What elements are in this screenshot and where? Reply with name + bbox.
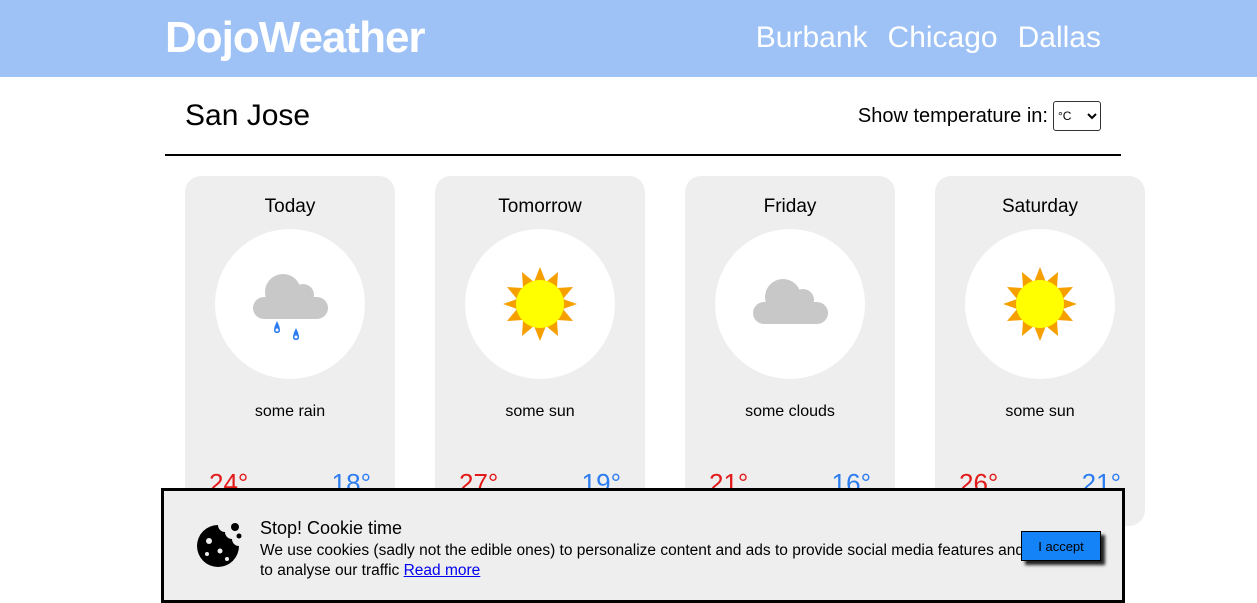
read-more-link[interactable]: Read more xyxy=(404,562,481,579)
nav-link-burbank[interactable]: Burbank xyxy=(756,18,868,58)
forecast-card: Today some rain 24° 18° xyxy=(185,176,395,526)
forecast-day: Tomorrow xyxy=(498,196,582,217)
top-bar: DojoWeather Burbank Chicago Dallas xyxy=(0,0,1257,77)
cookie-icon xyxy=(197,523,242,567)
city-title: San Jose xyxy=(185,99,311,132)
city-nav: Burbank Chicago Dallas xyxy=(756,18,1101,58)
weather-icon-container xyxy=(215,229,365,379)
unit-selector: Show temperature in: °C xyxy=(858,101,1101,131)
unit-select[interactable]: °C xyxy=(1053,101,1101,131)
cloud-icon xyxy=(753,279,828,324)
forecast-day: Saturday xyxy=(1001,196,1079,217)
forecast-description: some clouds xyxy=(745,403,835,420)
sun-icon xyxy=(503,267,577,341)
forecast-card: Saturday some sun 26° 21° xyxy=(935,176,1145,526)
forecast-description: some sun xyxy=(1005,403,1075,420)
forecast-description: some rain xyxy=(254,403,326,420)
nav-link-dallas[interactable]: Dallas xyxy=(1018,18,1101,58)
weather-icon-container xyxy=(715,229,865,379)
forecast-description: some sun xyxy=(505,403,575,420)
nav-link-chicago[interactable]: Chicago xyxy=(888,18,998,58)
cookie-banner: Stop! Cookie time We use cookies (sadly … xyxy=(161,488,1125,603)
weather-icon-container xyxy=(465,229,615,379)
forecast-card: Tomorrow some sun 27° 19° xyxy=(435,176,645,526)
weather-icon-container xyxy=(965,229,1115,379)
cookie-title: Stop! Cookie time xyxy=(260,518,403,538)
rain-cloud-icon xyxy=(253,274,328,340)
cookie-text: We use cookies (sadly not the edible one… xyxy=(260,541,1030,581)
unit-label: Show temperature in: xyxy=(857,104,1048,127)
logo[interactable]: DojoWeather xyxy=(165,10,426,66)
accept-cookies-button[interactable]: I accept xyxy=(1021,531,1101,561)
forecast-day: Today xyxy=(264,196,316,217)
forecast-card: Friday some clouds 21° 16° xyxy=(685,176,895,526)
cookie-message: We use cookies (sadly not the edible one… xyxy=(260,542,1024,579)
forecast-day: Friday xyxy=(763,196,817,217)
sun-icon xyxy=(1003,267,1077,341)
divider xyxy=(165,154,1121,156)
